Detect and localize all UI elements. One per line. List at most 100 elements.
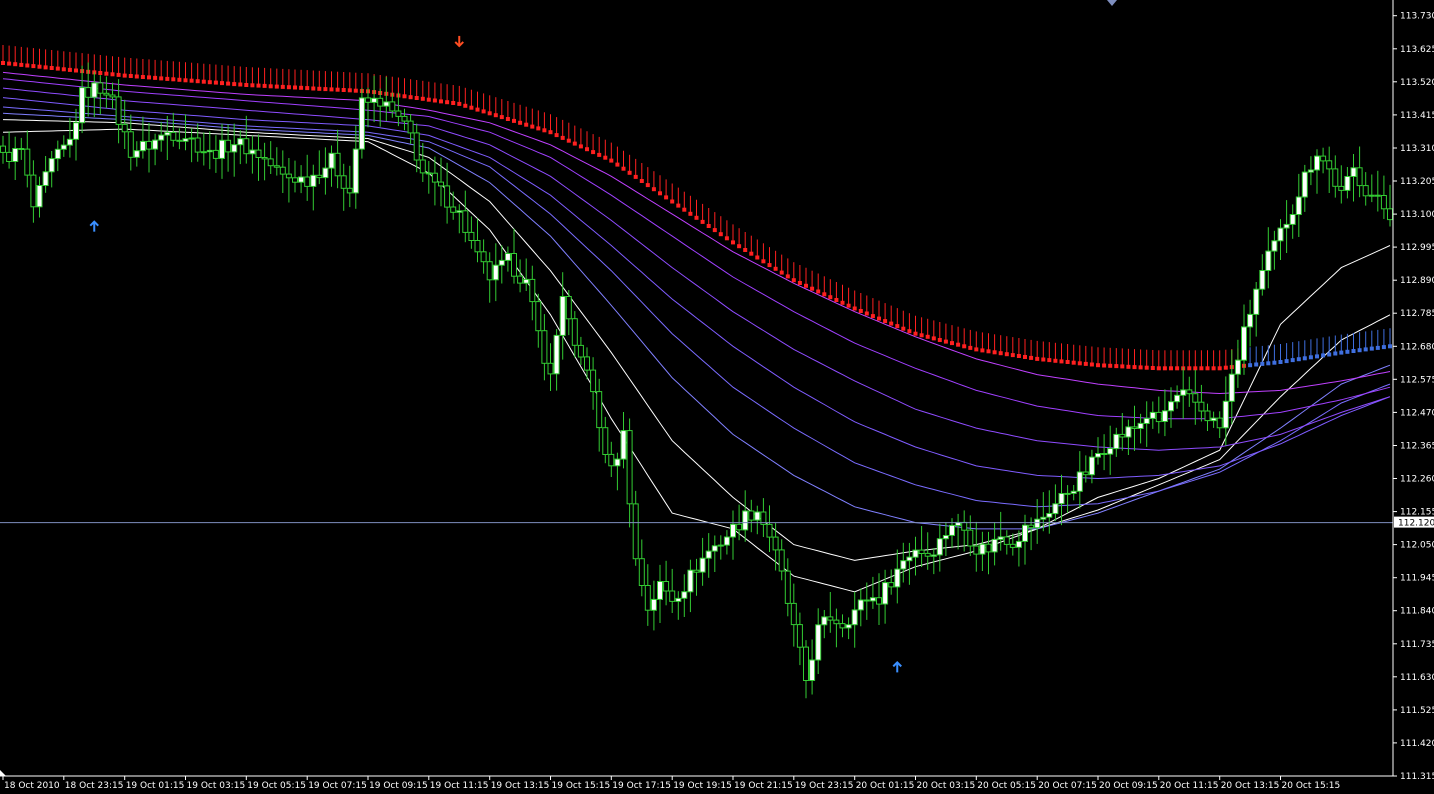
time-tick-labels: 18 Oct 2010 18 Oct 23:15 19 Oct 01:15 19 Oc…	[2, 776, 1340, 791]
price-tick-label: 111.525	[1400, 706, 1434, 716]
candle	[261, 142, 268, 181]
candle-body	[444, 185, 451, 208]
candle-body	[1356, 167, 1363, 187]
candle	[334, 129, 341, 189]
price-chart-svg[interactable]: 113.730 113.625 113.520 113.415 113.310 113.2…	[0, 0, 1434, 794]
candle	[450, 191, 457, 220]
price-tick-label: 112.890	[1400, 276, 1434, 286]
candle-body	[1022, 524, 1028, 542]
price-tick-label: 113.310	[1400, 144, 1434, 154]
candle-body	[1289, 214, 1296, 225]
candle-body	[559, 296, 566, 336]
candle-body	[279, 166, 286, 175]
candle-body	[809, 659, 816, 681]
price-tick-labels: 113.730 113.625 113.520 113.415 113.310 113.2…	[1393, 12, 1434, 782]
candle	[316, 150, 323, 185]
trading-chart[interactable]: 113.730 113.625 113.520 113.415 113.310 113.2…	[0, 0, 1434, 794]
scroll-marker-icon[interactable]	[1107, 0, 1117, 6]
candle	[675, 591, 682, 620]
candle-body	[906, 556, 913, 562]
candle	[1168, 387, 1174, 428]
candle-body	[273, 165, 280, 168]
signal-band	[1, 45, 1392, 371]
candle-body	[1131, 426, 1138, 429]
price-tick-label: 113.730	[1400, 12, 1434, 22]
candle	[1052, 484, 1059, 521]
candle-body	[1143, 417, 1150, 424]
time-tick-label: 18 Oct 23:15	[65, 781, 124, 791]
candle-body	[419, 159, 426, 174]
time-tick-label: 20 Oct 03:15	[917, 781, 976, 791]
candle	[1003, 530, 1010, 555]
candle-body	[407, 120, 414, 134]
candle	[1210, 411, 1217, 428]
candle-body	[1192, 393, 1199, 403]
candle-body	[736, 523, 743, 531]
candle-body	[590, 369, 597, 393]
candle	[1368, 174, 1375, 203]
candle-body	[857, 599, 864, 611]
candle-body	[401, 115, 408, 122]
candle	[1265, 227, 1272, 289]
candle-body	[249, 149, 256, 155]
candle-body	[1070, 490, 1077, 494]
price-tick-label: 112.575	[1400, 375, 1434, 385]
candle	[936, 523, 943, 572]
candle-body	[1295, 196, 1302, 215]
candle-body	[766, 523, 773, 538]
candle-body	[1149, 411, 1156, 419]
price-tick-label: 111.630	[1400, 673, 1434, 683]
candle	[152, 133, 159, 166]
candle-body	[121, 123, 128, 133]
candle	[456, 204, 463, 234]
candle-body	[961, 521, 968, 531]
candle	[577, 336, 584, 365]
time-tick-label: 19 Oct 21:15	[734, 781, 793, 791]
candle-body	[888, 582, 895, 588]
candle-body	[498, 259, 505, 266]
candle	[1222, 376, 1229, 446]
time-tick-label: 20 Oct 11:15	[1160, 781, 1219, 791]
candle-body	[97, 82, 104, 94]
candle	[888, 569, 895, 595]
candle-body	[602, 427, 609, 456]
candle-body	[1387, 208, 1393, 221]
candle-body	[377, 97, 384, 107]
candle-body	[158, 134, 165, 141]
candle	[395, 92, 402, 127]
candle-body	[1003, 536, 1010, 545]
chart-shift-marker-icon[interactable]	[0, 770, 6, 776]
candle-body	[930, 554, 937, 557]
candle	[462, 190, 469, 243]
candle	[821, 610, 828, 639]
candle-body	[699, 557, 706, 573]
candle	[669, 568, 676, 613]
candle-body	[1265, 250, 1272, 272]
candle-body	[18, 148, 25, 150]
candle-body	[1344, 176, 1351, 191]
candle-body	[504, 253, 511, 261]
candle	[358, 88, 365, 159]
ma-band-line	[2, 119, 1391, 561]
candle	[346, 165, 353, 208]
candle-body	[206, 149, 213, 153]
candle-body	[839, 623, 846, 629]
candle	[36, 176, 43, 218]
candle-body	[194, 137, 201, 153]
candle-body	[1101, 453, 1108, 455]
candle-body	[1076, 471, 1083, 492]
candle	[66, 117, 73, 158]
candle	[401, 108, 408, 131]
candle	[760, 498, 767, 537]
candle-body	[912, 549, 919, 558]
candle-body	[523, 278, 530, 284]
candle-body	[60, 144, 67, 150]
candle-body	[876, 597, 882, 605]
candle	[748, 499, 755, 533]
time-tick-label: 20 Oct 07:15	[1038, 781, 1097, 791]
candle-body	[30, 174, 37, 208]
candle-body	[1247, 313, 1254, 328]
buy-arrow-icon	[892, 660, 902, 673]
candle	[730, 510, 736, 560]
candle	[504, 246, 511, 272]
